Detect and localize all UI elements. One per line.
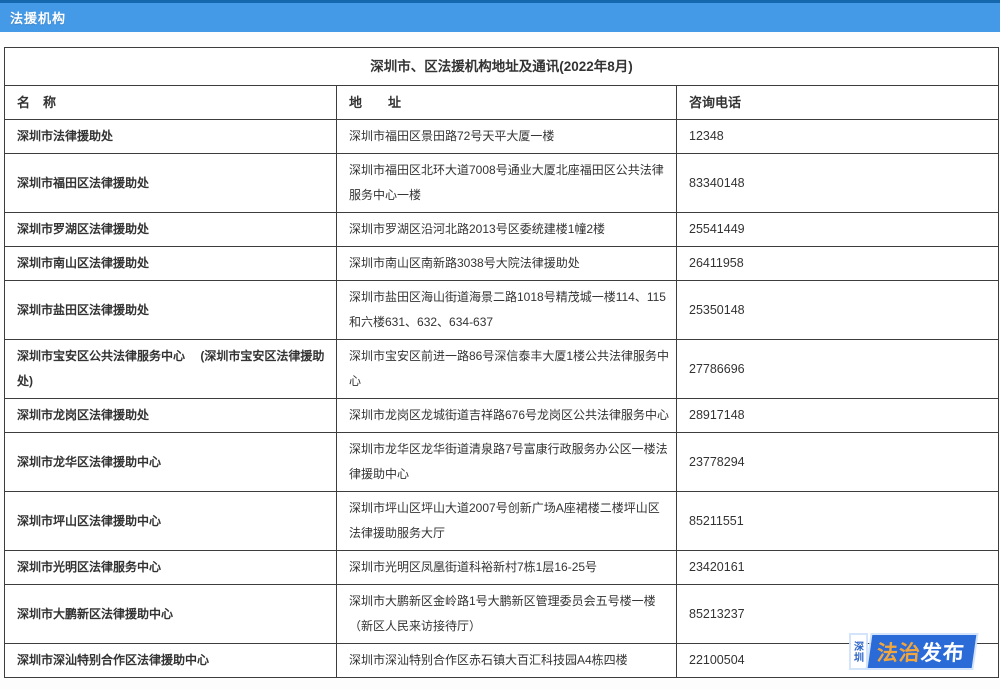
- table-row: 深圳市罗湖区法律援助处 深圳市罗湖区沿河北路2013号区委统建楼1幢2楼 255…: [5, 213, 999, 247]
- watermark-brand-box: 法治发布: [868, 635, 977, 668]
- section-header-bar: 法援机构: [0, 0, 1000, 32]
- institution-name-cell: 深圳市大鹏新区法律援助中心: [5, 585, 337, 644]
- table-row: 深圳市深汕特别合作区法律援助中心 深圳市深汕特别合作区赤石镇大百汇科技园A4栋四…: [5, 644, 999, 678]
- shenzhen-fazhi-fabu-watermark: 深圳 法治发布: [851, 635, 974, 668]
- institution-name-cell: 深圳市罗湖区法律援助处: [5, 213, 337, 247]
- table-header-row: 名 称 地 址 咨询电话: [5, 86, 999, 120]
- institution-name-cell: 深圳市坪山区法律援助中心: [5, 492, 337, 551]
- section-title: 法援机构: [10, 8, 66, 27]
- institution-address-cell: 深圳市罗湖区沿河北路2013号区委统建楼1幢2楼: [337, 213, 677, 247]
- watermark-city-label: 深圳: [851, 635, 866, 668]
- table-row: 深圳市坪山区法律援助中心 深圳市坪山区坪山大道2007号创新广场A座裙楼二楼坪山…: [5, 492, 999, 551]
- table-row: 深圳市福田区法律援助处 深圳市福田区北环大道7008号通业大厦北座福田区公共法律…: [5, 154, 999, 213]
- table-row: 深圳市南山区法律援助处 深圳市南山区南新路3038号大院法律援助处 264119…: [5, 247, 999, 281]
- table-title-row: 深圳市、区法援机构地址及通讯(2022年8月): [5, 48, 999, 86]
- institution-phone-cell: 27786696: [677, 340, 999, 399]
- institution-address-cell: 深圳市深汕特别合作区赤石镇大百汇科技园A4栋四楼: [337, 644, 677, 678]
- column-header-name: 名 称: [5, 86, 337, 120]
- institution-address-cell: 深圳市盐田区海山街道海景二路1018号精茂城一楼114、115 和六楼631、6…: [337, 281, 677, 340]
- institution-phone-cell: 28917148: [677, 399, 999, 433]
- institution-phone-cell: 23778294: [677, 433, 999, 492]
- watermark-brand-rest: 发布: [920, 642, 966, 665]
- institution-address-cell: 深圳市龙岗区龙城街道吉祥路676号龙岗区公共法律服务中心: [337, 399, 677, 433]
- table-row: 深圳市宝安区公共法律服务中心 (深圳市宝安区法律援助 处) 深圳市宝安区前进一路…: [5, 340, 999, 399]
- column-header-address: 地 址: [337, 86, 677, 120]
- table-row: 深圳市盐田区法律援助处 深圳市盐田区海山街道海景二路1018号精茂城一楼114、…: [5, 281, 999, 340]
- legal-aid-table: 深圳市、区法援机构地址及通讯(2022年8月) 名 称 地 址 咨询电话 深圳市…: [4, 47, 999, 678]
- column-header-phone: 咨询电话: [677, 86, 999, 120]
- institution-address-cell: 深圳市南山区南新路3038号大院法律援助处: [337, 247, 677, 281]
- institution-phone-cell: 26411958: [677, 247, 999, 281]
- table-row: 深圳市光明区法律服务中心 深圳市光明区凤凰街道科裕新村7栋1层16-25号 23…: [5, 551, 999, 585]
- institution-address-cell: 深圳市大鹏新区金岭路1号大鹏新区管理委员会五号楼一楼 （新区人民来访接待厅）: [337, 585, 677, 644]
- institution-name-cell: 深圳市南山区法律援助处: [5, 247, 337, 281]
- header-main-bar: 法援机构: [0, 3, 1000, 32]
- institution-name-cell: 深圳市光明区法律服务中心: [5, 551, 337, 585]
- table-row: 深圳市龙华区法律援助中心 深圳市龙华区龙华街道清泉路7号富康行政服务办公区一楼法…: [5, 433, 999, 492]
- institution-name-cell: 深圳市龙华区法律援助中心: [5, 433, 337, 492]
- institution-phone-cell: 23420161: [677, 551, 999, 585]
- table-row: 深圳市龙岗区法律援助处 深圳市龙岗区龙城街道吉祥路676号龙岗区公共法律服务中心…: [5, 399, 999, 433]
- institution-phone-cell: 25541449: [677, 213, 999, 247]
- institution-name-cell: 深圳市宝安区公共法律服务中心 (深圳市宝安区法律援助 处): [5, 340, 337, 399]
- institution-address-cell: 深圳市宝安区前进一路86号深信泰丰大厦1楼公共法律服务中 心: [337, 340, 677, 399]
- institution-name-cell: 深圳市福田区法律援助处: [5, 154, 337, 213]
- table-row: 深圳市大鹏新区法律援助中心 深圳市大鹏新区金岭路1号大鹏新区管理委员会五号楼一楼…: [5, 585, 999, 644]
- institution-name-cell: 深圳市盐田区法律援助处: [5, 281, 337, 340]
- institution-address-cell: 深圳市福田区景田路72号天平大厦一楼: [337, 120, 677, 154]
- institution-name-cell: 深圳市深汕特别合作区法律援助中心: [5, 644, 337, 678]
- institution-phone-cell: 85211551: [677, 492, 999, 551]
- institution-name-cell: 深圳市龙岗区法律援助处: [5, 399, 337, 433]
- institution-phone-cell: 83340148: [677, 154, 999, 213]
- table-title: 深圳市、区法援机构地址及通讯(2022年8月): [5, 48, 999, 86]
- institution-address-cell: 深圳市福田区北环大道7008号通业大厦北座福田区公共法律 服务中心一楼: [337, 154, 677, 213]
- watermark-brand-text: 法治发布: [876, 637, 966, 667]
- institution-name-cell: 深圳市法律援助处: [5, 120, 337, 154]
- institution-address-cell: 深圳市坪山区坪山大道2007号创新广场A座裙楼二楼坪山区 法律援助服务大厅: [337, 492, 677, 551]
- institution-address-cell: 深圳市龙华区龙华街道清泉路7号富康行政服务办公区一楼法 律援助中心: [337, 433, 677, 492]
- institution-phone-cell: 12348: [677, 120, 999, 154]
- institution-phone-cell: 25350148: [677, 281, 999, 340]
- watermark-brand-highlight: 法治: [876, 642, 922, 665]
- aid-table-body: 深圳市法律援助处 深圳市福田区景田路72号天平大厦一楼 12348 深圳市福田区…: [5, 120, 999, 678]
- institution-address-cell: 深圳市光明区凤凰街道科裕新村7栋1层16-25号: [337, 551, 677, 585]
- table-row: 深圳市法律援助处 深圳市福田区景田路72号天平大厦一楼 12348: [5, 120, 999, 154]
